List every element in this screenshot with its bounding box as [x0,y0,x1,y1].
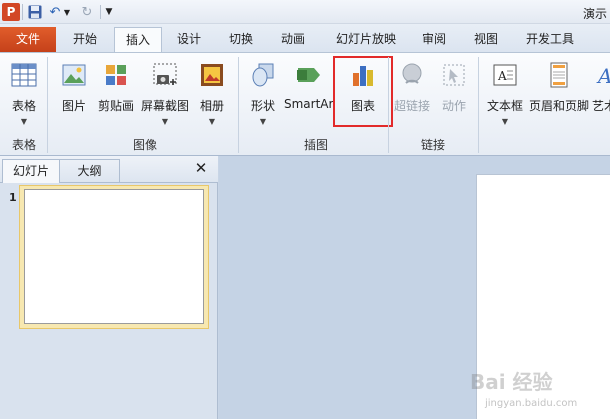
tab-design[interactable]: 设计 [168,27,210,52]
hyperlink-icon [402,63,422,84]
undo-dropdown-icon[interactable]: ▼ [62,3,72,21]
screenshot-button[interactable]: 屏幕截图 ▼ [138,55,192,131]
picture-icon [62,64,86,86]
smartart-icon [297,68,320,82]
ribbon: 表格 ▼ 表格 图片 剪贴画 屏幕截图 ▼ 相册 ▼ 图像 形状 ▼ Smart… [0,52,610,156]
chevron-down-icon: ▼ [20,117,28,126]
divider [238,57,239,153]
tab-outline[interactable]: 大纲 [60,159,120,183]
watermark-url: jingyan.baidu.com [485,398,578,409]
action-button[interactable]: 动作 [434,55,474,131]
chevron-down-icon: ▼ [259,117,267,126]
tab-transitions[interactable]: 切换 [220,27,262,52]
panel-tab-row: 幻灯片 大纲 [0,156,218,183]
undo-icon[interactable]: ↶ [48,3,62,21]
divider [22,4,23,20]
header-footer-icon [550,62,568,88]
save-icon[interactable] [27,3,43,21]
divider [478,57,479,153]
tab-slides[interactable]: 幻灯片 [2,159,60,183]
tab-review[interactable]: 审阅 [414,27,454,52]
clipart-icon [106,65,126,85]
tab-animations[interactable]: 动画 [272,27,314,52]
tab-developer[interactable]: 开发工具 [517,27,583,52]
customize-quick-access-icon[interactable]: ▼ [104,3,114,21]
hyperlink-button[interactable]: 超链接 [392,55,432,131]
redo-icon[interactable]: ↻ [80,3,94,21]
tab-file[interactable]: 文件 [0,27,56,52]
ribbon-tab-row: 文件 开始 插入 设计 切换 动画 幻灯片放映 审阅 视图 开发工具 [0,24,610,52]
divider [388,57,389,153]
slide-thumbnail[interactable] [24,189,204,324]
wordart-icon: A [596,64,610,88]
tab-view[interactable]: 视图 [466,27,506,52]
table-button[interactable]: 表格 ▼ [4,55,44,131]
table-icon [11,63,37,87]
shapes-icon [252,63,274,87]
photo-album-icon [201,64,223,86]
divider [100,5,101,19]
divider [47,57,48,153]
powerpoint-logo-icon[interactable]: P [2,3,20,21]
group-label-table: 表格 [11,138,36,152]
chevron-down-icon: ▼ [501,117,509,126]
svg-text:A: A [596,64,610,88]
picture-button[interactable]: 图片 [54,55,94,131]
group-label-images: 图像 [132,138,157,152]
group-label-illustrations: 插图 [303,138,328,152]
shapes-button[interactable]: 形状 ▼ [244,55,282,131]
textbox-button[interactable]: A 文本框 ▼ [484,55,526,131]
tab-home[interactable]: 开始 [62,27,108,52]
clipart-button[interactable]: 剪贴画 [94,55,138,131]
tab-slideshow[interactable]: 幻灯片放映 [326,27,406,52]
textbox-icon: A [493,64,517,86]
group-label-links: 链接 [420,138,445,152]
screenshot-icon [153,63,177,85]
chevron-down-icon: ▼ [161,117,169,126]
window-title: 演示 [583,7,608,21]
slide-number: 1 [9,191,17,204]
chevron-down-icon: ▼ [208,117,216,126]
action-icon [443,64,465,86]
close-icon[interactable]: ✕ [193,158,209,178]
svg-text:A: A [497,69,507,83]
chart-highlight-box [333,56,393,127]
wordart-button[interactable]: A 艺术 [590,55,610,131]
tab-insert[interactable]: 插入 [114,27,162,52]
photo-album-button[interactable]: 相册 ▼ [194,55,230,131]
header-footer-button[interactable]: 页眉和页脚 [528,55,590,131]
smartart-button[interactable]: SmartArt [284,55,334,131]
watermark: Bai 经验 [470,370,553,394]
